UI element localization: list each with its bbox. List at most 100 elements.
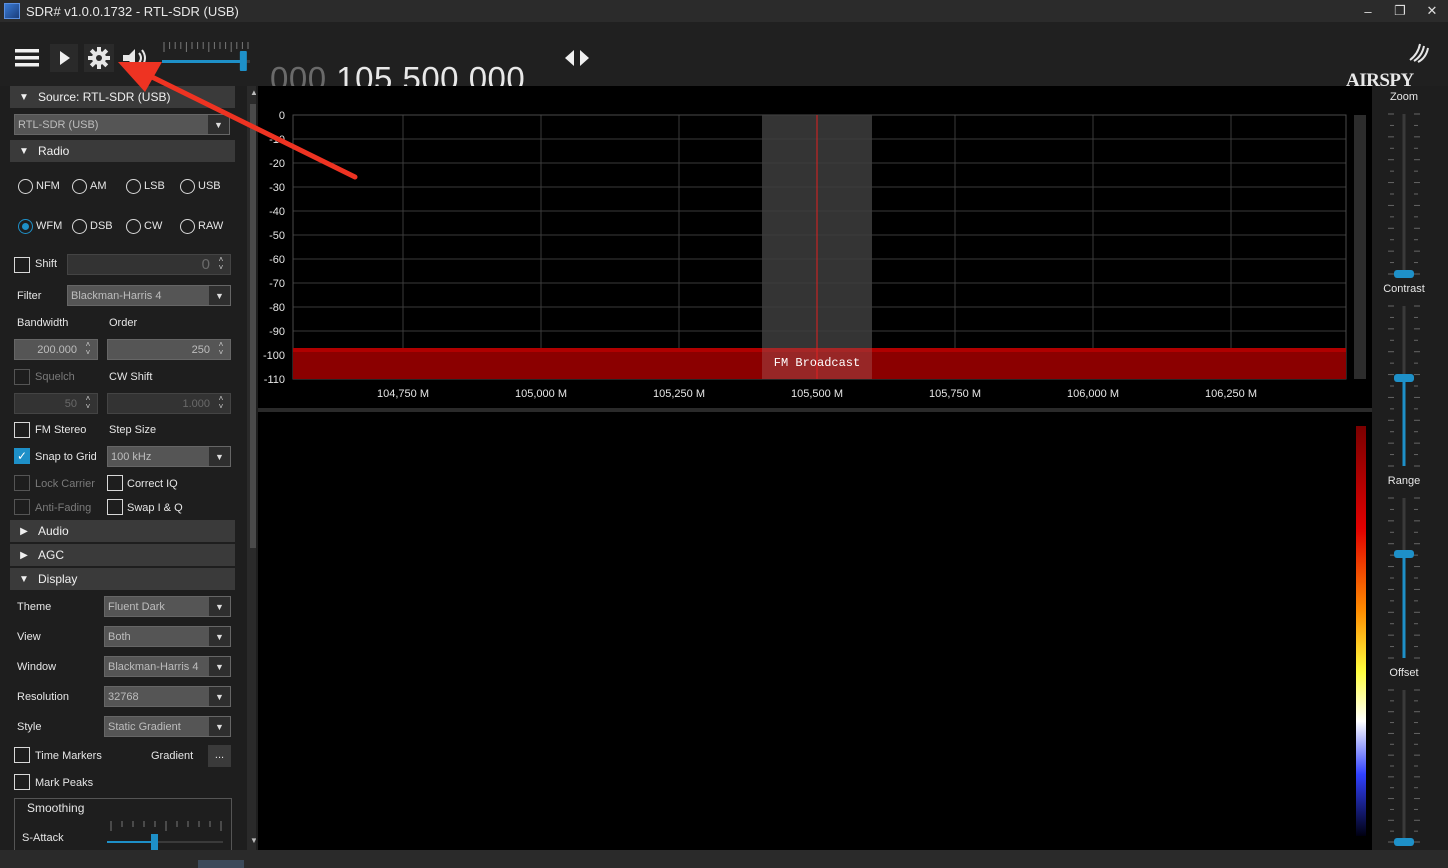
chevron-down-icon: ▼: [208, 115, 229, 134]
mode-radio-usb[interactable]: [180, 179, 195, 194]
window-select[interactable]: Blackman-Harris 4 ▼: [104, 656, 231, 677]
radio-header-label: Radio: [38, 144, 70, 158]
menu-button[interactable]: [12, 44, 42, 72]
waterfall-display[interactable]: [258, 412, 1372, 850]
audio-section-header[interactable]: ▶ Audio: [10, 520, 235, 542]
display-header-label: Display: [38, 572, 78, 586]
display-section-header[interactable]: ▼ Display: [10, 568, 235, 590]
scrollbar-thumb[interactable]: [250, 104, 256, 548]
mode-radio-am[interactable]: [72, 179, 87, 194]
collapsed-triangle-icon: ▶: [20, 525, 28, 537]
play-icon: [60, 51, 70, 65]
mode-radio-raw[interactable]: [180, 219, 195, 234]
gear-icon: [88, 47, 110, 69]
theme-label: Theme: [17, 601, 52, 613]
style-select[interactable]: Static Gradient ▼: [104, 716, 231, 737]
scroll-down-icon[interactable]: ▼: [250, 836, 256, 845]
snap-to-grid-checkbox[interactable]: ✓: [14, 448, 30, 464]
swap-iq-checkbox[interactable]: [107, 499, 123, 515]
zoom-track[interactable]: [1402, 114, 1406, 274]
spin-arrows-icon[interactable]: ˄ ˅: [81, 395, 95, 411]
smoothing-label: Smoothing: [27, 801, 85, 815]
taskbar-item[interactable]: [198, 860, 244, 868]
cw-shift-input[interactable]: 1.000 ˄ ˅: [107, 393, 231, 414]
order-input[interactable]: 250 ˄ ˅: [107, 339, 231, 360]
y-tick-label: -70: [269, 278, 285, 290]
shift-input[interactable]: 0 ˄ ˅: [67, 254, 231, 275]
lock-carrier-label: Lock Carrier: [35, 478, 95, 490]
window-value: Blackman-Harris 4: [108, 660, 199, 673]
mute-button[interactable]: [120, 44, 152, 72]
window-label: Window: [17, 661, 57, 673]
right-sliders[interactable]: [1376, 86, 1432, 850]
audio-header-label: Audio: [38, 524, 69, 538]
offset-slider-thumb[interactable]: [1394, 838, 1414, 846]
fm-stereo-checkbox[interactable]: [14, 422, 30, 438]
window-title: SDR# v1.0.0.1732 - RTL-SDR (USB): [26, 3, 239, 19]
y-tick-label: -30: [269, 182, 285, 194]
zoom-slider-thumb[interactable]: [1394, 270, 1414, 278]
view-select[interactable]: Both ▼: [104, 626, 231, 647]
band-label: FM Broadcast: [774, 356, 860, 370]
volume-thumb[interactable]: [239, 51, 247, 71]
theme-select[interactable]: Fluent Dark ▼: [104, 596, 231, 617]
s-attack-thumb[interactable]: [151, 834, 158, 850]
swap-iq-label: Swap I & Q: [127, 502, 183, 514]
gradient-button[interactable]: ...: [208, 745, 231, 767]
scroll-up-icon[interactable]: ▲: [250, 88, 256, 97]
chevron-down-icon: ▼: [209, 717, 230, 736]
title-bar: SDR# v1.0.0.1732 - RTL-SDR (USB) – ❐ ✕: [0, 0, 1448, 22]
app-icon: [4, 3, 20, 19]
mode-label-wfm: WFM: [36, 220, 63, 232]
settings-button[interactable]: [84, 44, 114, 72]
bandwidth-input[interactable]: 200.000 ˄ ˅: [14, 339, 98, 360]
mode-radio-cw[interactable]: [126, 219, 141, 234]
spectrum-analyzer[interactable]: FM Broadcast 0 -10 -20 -30 -40 -50 -60 -70 -80 -9…: [258, 86, 1372, 408]
step-size-select[interactable]: 100 kHz ▼: [107, 446, 231, 467]
minimize-button[interactable]: –: [1352, 0, 1384, 22]
y-tick-label: -20: [269, 158, 285, 170]
restore-button[interactable]: ❐: [1384, 0, 1416, 22]
source-device-select[interactable]: RTL-SDR (USB) ▼: [14, 114, 230, 135]
mode-radio-dsb[interactable]: [72, 219, 87, 234]
order-label: Order: [109, 317, 138, 329]
spectrum-plot[interactable]: FM Broadcast 0 -10 -20 -30 -40 -50 -60 -70 -80 -9…: [258, 86, 1372, 408]
squelch-checkbox[interactable]: [14, 369, 30, 385]
filter-select[interactable]: Blackman-Harris 4 ▼: [67, 285, 231, 306]
range-slider-thumb[interactable]: [1394, 550, 1414, 558]
mode-radio-lsb[interactable]: [126, 179, 141, 194]
source-section-header[interactable]: ▼ Source: RTL-SDR (USB): [10, 86, 235, 108]
filter-value: Blackman-Harris 4: [71, 289, 162, 302]
tune-button[interactable]: [562, 44, 592, 72]
mark-peaks-checkbox[interactable]: [14, 774, 30, 790]
squelch-input[interactable]: 50 ˄ ˅: [14, 393, 98, 414]
mode-radio-nfm[interactable]: [18, 179, 33, 194]
shift-checkbox[interactable]: [14, 257, 30, 273]
radio-section-header[interactable]: ▼ Radio: [10, 140, 235, 162]
s-attack-slider[interactable]: [105, 817, 229, 850]
offset-track[interactable]: [1402, 690, 1406, 842]
play-button[interactable]: [50, 44, 78, 72]
mode-radio-wfm[interactable]: [18, 219, 33, 234]
step-size-label: Step Size: [109, 424, 157, 436]
anti-fading-checkbox[interactable]: [14, 499, 30, 515]
spin-arrows-icon[interactable]: ˄ ˅: [214, 256, 228, 272]
volume-slider[interactable]: [160, 40, 254, 76]
theme-value: Fluent Dark: [108, 600, 165, 613]
toolbar: 000.105.500.000 AIRSPY: [0, 22, 1448, 97]
spin-arrows-icon[interactable]: ˄ ˅: [81, 341, 95, 357]
spin-arrows-icon[interactable]: ˄ ˅: [214, 341, 228, 357]
resolution-select[interactable]: 32768 ▼: [104, 686, 231, 707]
contrast-slider-thumb[interactable]: [1394, 374, 1414, 382]
lock-carrier-checkbox[interactable]: [14, 475, 30, 491]
time-markers-checkbox[interactable]: [14, 747, 30, 763]
x-tick-label: 105,750 M: [929, 388, 981, 400]
spin-arrows-icon[interactable]: ˄ ˅: [214, 395, 228, 411]
source-device-value: RTL-SDR (USB): [18, 118, 99, 131]
filter-label: Filter: [17, 290, 42, 302]
spectrum-scrollbar[interactable]: [1354, 115, 1366, 379]
correct-iq-checkbox[interactable]: [107, 475, 123, 491]
close-button[interactable]: ✕: [1416, 0, 1448, 22]
agc-section-header[interactable]: ▶ AGC: [10, 544, 235, 566]
left-panel-scrollbar[interactable]: ▲ ▼: [247, 86, 256, 850]
